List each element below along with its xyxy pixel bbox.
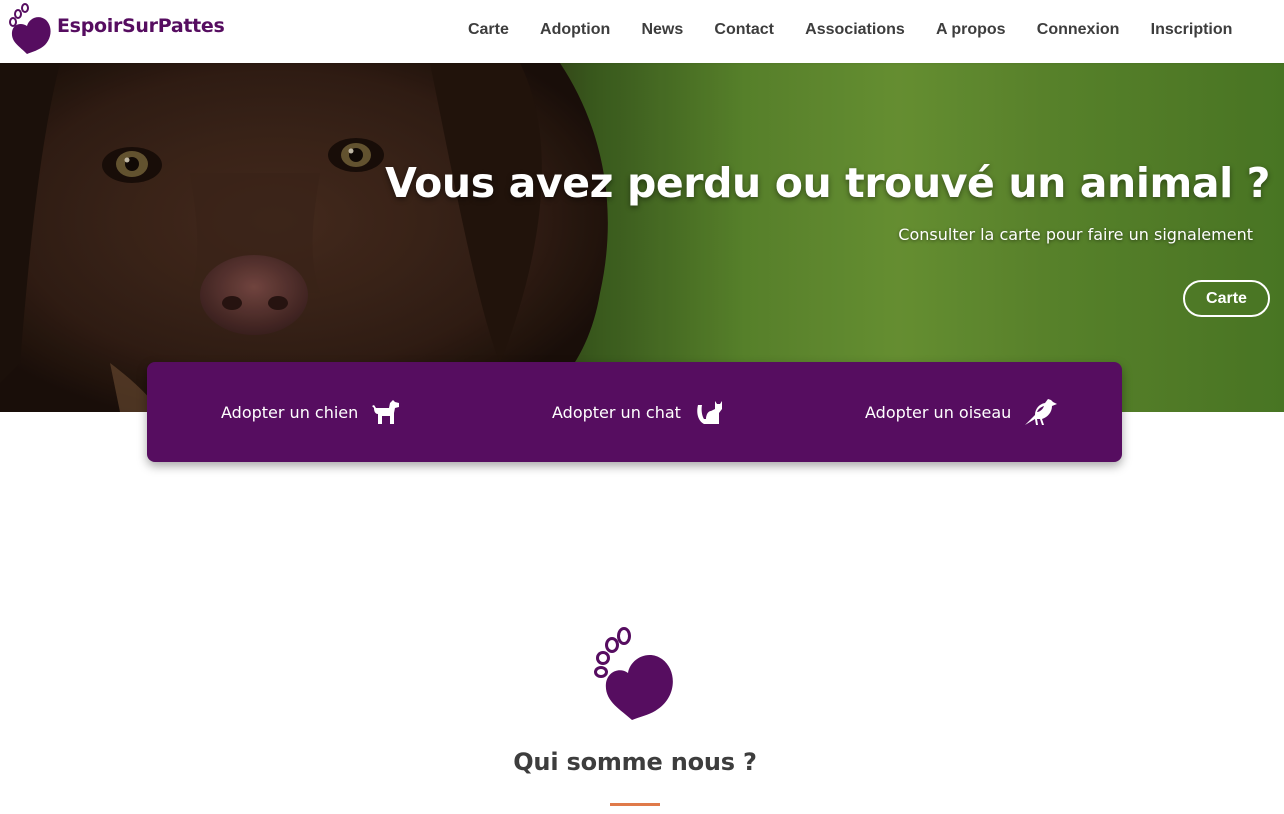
brand-link[interactable]: EspoirSurPattes (5, 2, 225, 54)
cat-icon (697, 401, 722, 424)
nav-item-associations[interactable]: Associations (790, 21, 921, 39)
hero-banner: Vous avez perdu ou trouvé un animal ? Co… (0, 63, 1284, 412)
nav-item-contact[interactable]: Contact (699, 21, 790, 39)
nav-item-a-propos[interactable]: A propos (920, 21, 1021, 39)
adopt-dog-link[interactable]: Adopter un chien (221, 362, 400, 462)
adopt-bird-link[interactable]: Adopter un oiseau (865, 362, 1058, 462)
adopt-cat-link[interactable]: Adopter un chat (552, 362, 723, 462)
dog-icon (372, 400, 400, 424)
main-nav: Carte Adoption News Contact Associations… (452, 0, 1248, 60)
about-title: Qui somme nous ? (513, 748, 757, 776)
nav-item-connexion[interactable]: Connexion (1021, 21, 1135, 39)
adopt-dog-label: Adopter un chien (221, 402, 359, 422)
nav-item-carte[interactable]: Carte (452, 21, 524, 39)
about-title-underline (610, 803, 660, 806)
adopt-bar: Adopter un chien Adopter un chat Adopter… (147, 362, 1122, 462)
nav-item-news[interactable]: News (626, 21, 699, 39)
paw-heart-icon (594, 627, 673, 720)
hero-puppy-image (0, 63, 608, 412)
brand-name: EspoirSurPattes (57, 15, 225, 37)
nav-item-inscription[interactable]: Inscription (1135, 21, 1248, 39)
bird-icon (1025, 399, 1058, 425)
adopt-cat-label: Adopter un chat (552, 402, 681, 422)
navbar: EspoirSurPattes Carte Adoption News Cont… (0, 0, 1284, 63)
paw-heart-icon (9, 3, 51, 54)
adopt-bird-label: Adopter un oiseau (865, 402, 1012, 422)
nav-item-adoption[interactable]: Adoption (524, 21, 625, 39)
hero-subtitle: Consulter la carte pour faire un signale… (898, 225, 1253, 244)
hero-title: Vous avez perdu ou trouvé un animal ? (385, 159, 1270, 207)
hero-map-button[interactable]: Carte (1183, 280, 1270, 317)
